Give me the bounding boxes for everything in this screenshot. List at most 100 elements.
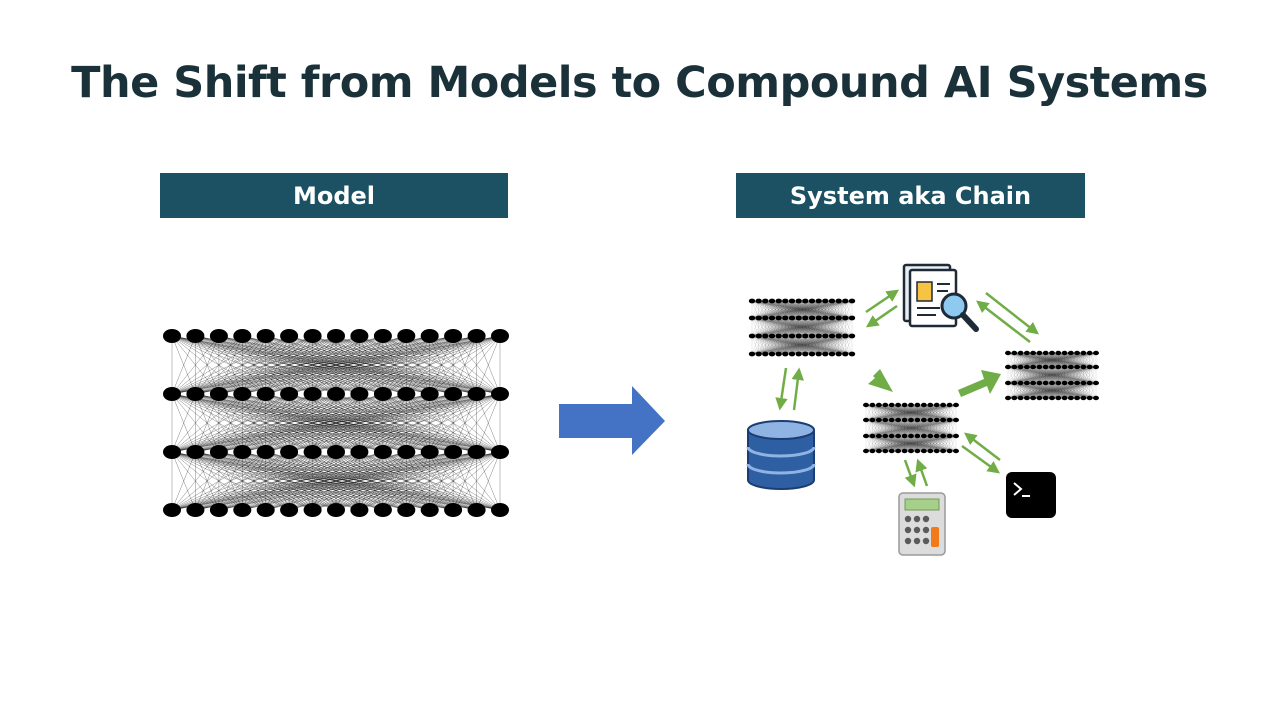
network-node: [869, 417, 876, 423]
network-node: [467, 503, 486, 517]
network-node: [920, 433, 927, 439]
network-node: [762, 333, 769, 339]
network-node: [863, 448, 869, 454]
calculator-key: [904, 526, 912, 534]
network-node: [775, 315, 782, 321]
network-node: [946, 433, 953, 439]
network-node: [1023, 364, 1030, 370]
network-node: [835, 351, 842, 357]
network-node: [782, 351, 789, 357]
network-node: [762, 298, 769, 304]
network-node: [444, 503, 463, 517]
network-node: [1030, 380, 1037, 386]
network-node: [1074, 395, 1081, 401]
network-node: [373, 445, 392, 459]
network-node: [1086, 364, 1093, 370]
network-node: [940, 448, 947, 454]
network-node: [256, 503, 275, 517]
network-node: [782, 298, 789, 304]
network-node: [788, 333, 796, 339]
network-node: [782, 333, 789, 339]
network-node: [755, 315, 762, 321]
network-node: [946, 448, 953, 454]
network-node: [802, 351, 809, 357]
network-node: [209, 445, 228, 459]
network-node: [280, 329, 299, 343]
network-node: [209, 387, 228, 401]
network-node: [327, 503, 345, 517]
network-node: [815, 333, 822, 339]
network-node: [927, 433, 934, 439]
network-node: [303, 329, 322, 343]
network-node: [863, 433, 869, 439]
network-node: [901, 402, 908, 408]
system-llm-network-c: [1005, 350, 1099, 401]
network-node: [933, 417, 940, 423]
link-b-to-calc: [903, 459, 917, 488]
network-node: [822, 333, 829, 339]
network-node: [788, 351, 796, 357]
network-node: [808, 315, 816, 321]
network-node: [762, 351, 769, 357]
network-node: [373, 503, 392, 517]
calculator-icon: [898, 492, 946, 556]
network-node: [444, 445, 463, 459]
network-node: [927, 448, 934, 454]
network-node: [848, 315, 856, 321]
network-node: [808, 351, 816, 357]
network-node: [280, 445, 299, 459]
network-node: [795, 298, 802, 304]
network-node: [209, 329, 228, 343]
network-node: [848, 298, 856, 304]
network-node: [875, 417, 882, 423]
network-node: [233, 503, 252, 517]
network-node: [420, 503, 439, 517]
network-node: [327, 445, 345, 459]
network-node: [1067, 380, 1074, 386]
link-b-to-term: [961, 444, 1001, 474]
network-node: [802, 315, 809, 321]
network-node: [420, 445, 439, 459]
calculator-key: [913, 537, 921, 545]
network-node: [1080, 364, 1087, 370]
network-node: [1017, 350, 1024, 356]
network-node: [467, 387, 486, 401]
system-llm-network-a: [748, 298, 856, 357]
network-node: [1055, 380, 1062, 386]
network-node: [842, 298, 849, 304]
network-node: [755, 333, 762, 339]
network-node: [842, 315, 849, 321]
network-node: [1036, 395, 1043, 401]
network-node: [397, 387, 416, 401]
network-node: [1023, 350, 1030, 356]
network-node: [1055, 350, 1062, 356]
network-node: [802, 333, 809, 339]
network-node: [953, 402, 959, 408]
network-node: [895, 448, 902, 454]
network-node: [1011, 395, 1018, 401]
link-term-to-b: [964, 432, 1001, 461]
network-node: [933, 448, 940, 454]
network-node: [848, 351, 856, 357]
network-node: [835, 333, 842, 339]
calculator-key: [922, 526, 930, 534]
network-node: [1074, 350, 1081, 356]
network-node: [1086, 395, 1093, 401]
network-node: [933, 402, 940, 408]
flow-arrow-a-to-b: [855, 358, 893, 392]
network-node: [755, 351, 762, 357]
network-node: [303, 445, 322, 459]
network-node: [828, 298, 836, 304]
network-node: [869, 433, 876, 439]
network-node: [748, 298, 756, 304]
link-db-to-a: [791, 367, 804, 411]
network-node: [1074, 380, 1081, 386]
network-node: [1017, 380, 1024, 386]
network-node: [895, 402, 902, 408]
slide: The Shift from Models to Compound AI Sys…: [0, 0, 1279, 719]
network-node: [1074, 364, 1081, 370]
network-node: [186, 445, 205, 459]
network-node: [888, 402, 895, 408]
network-node: [822, 298, 829, 304]
network-node: [1042, 350, 1049, 356]
